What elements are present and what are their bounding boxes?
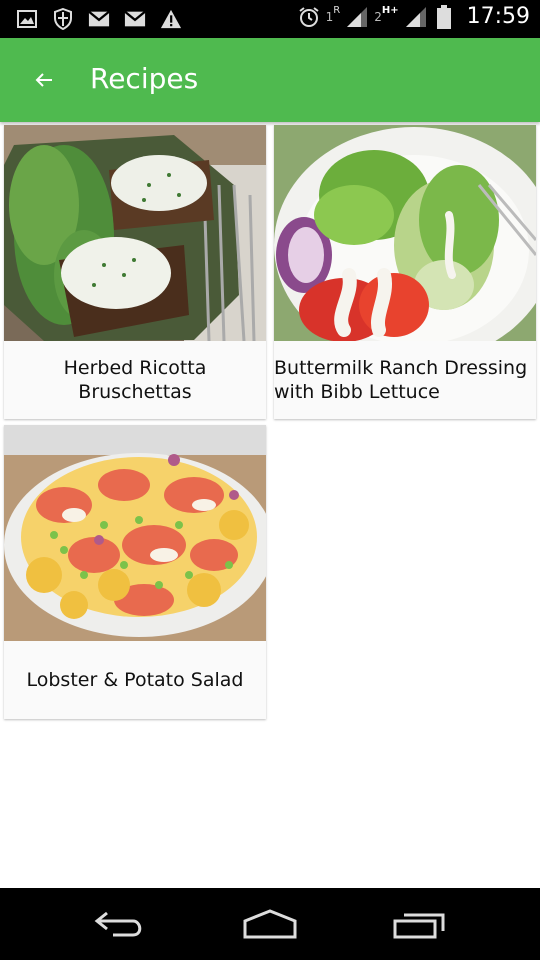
recipe-image [274,125,536,341]
recents-icon [393,913,445,939]
signal-icon [405,6,427,28]
nav-home-button[interactable] [235,904,305,944]
back-button[interactable] [22,58,66,102]
alarm-icon [298,6,320,28]
recipe-image [4,425,266,641]
system-icons: 1R 2 H+ 17:59 [298,4,530,29]
page-title: Recipes [90,62,199,95]
image-icon [16,8,38,30]
battery-icon [433,4,455,29]
signal-icon [346,6,368,28]
recipe-title: Herbed Ricotta Bruschettas [63,357,207,403]
warning-icon [160,8,182,30]
arrow-left-icon [35,73,52,87]
app-bar: Recipes [0,38,540,122]
recipe-card-herbed-ricotta[interactable]: Herbed Ricotta Bruschettas [4,125,266,419]
shield-icon [52,8,74,30]
sim1-label: 1R [325,4,341,24]
navigation-bar [0,888,540,960]
sim2-label: 2 H+ [374,4,399,24]
recipe-card-lobster-potato[interactable]: Lobster & Potato Salad [4,425,266,719]
gmail-icon [88,8,110,30]
recipe-image [4,125,266,341]
status-bar: 1R 2 H+ 17:59 [0,0,540,38]
clock-time: 17:59 [466,4,530,29]
notification-icons [16,8,182,30]
recipe-title: Buttermilk Ranch Dressing with Bibb Lett… [274,357,528,403]
nav-recents-button[interactable] [385,904,455,944]
gmail-icon [124,8,146,30]
back-icon [94,911,142,937]
home-icon [243,909,297,939]
nav-back-button[interactable] [85,904,155,944]
recipe-card-buttermilk-ranch[interactable]: Buttermilk Ranch Dressing with Bibb Lett… [274,125,536,419]
recipe-title: Lobster & Potato Salad [26,669,244,691]
